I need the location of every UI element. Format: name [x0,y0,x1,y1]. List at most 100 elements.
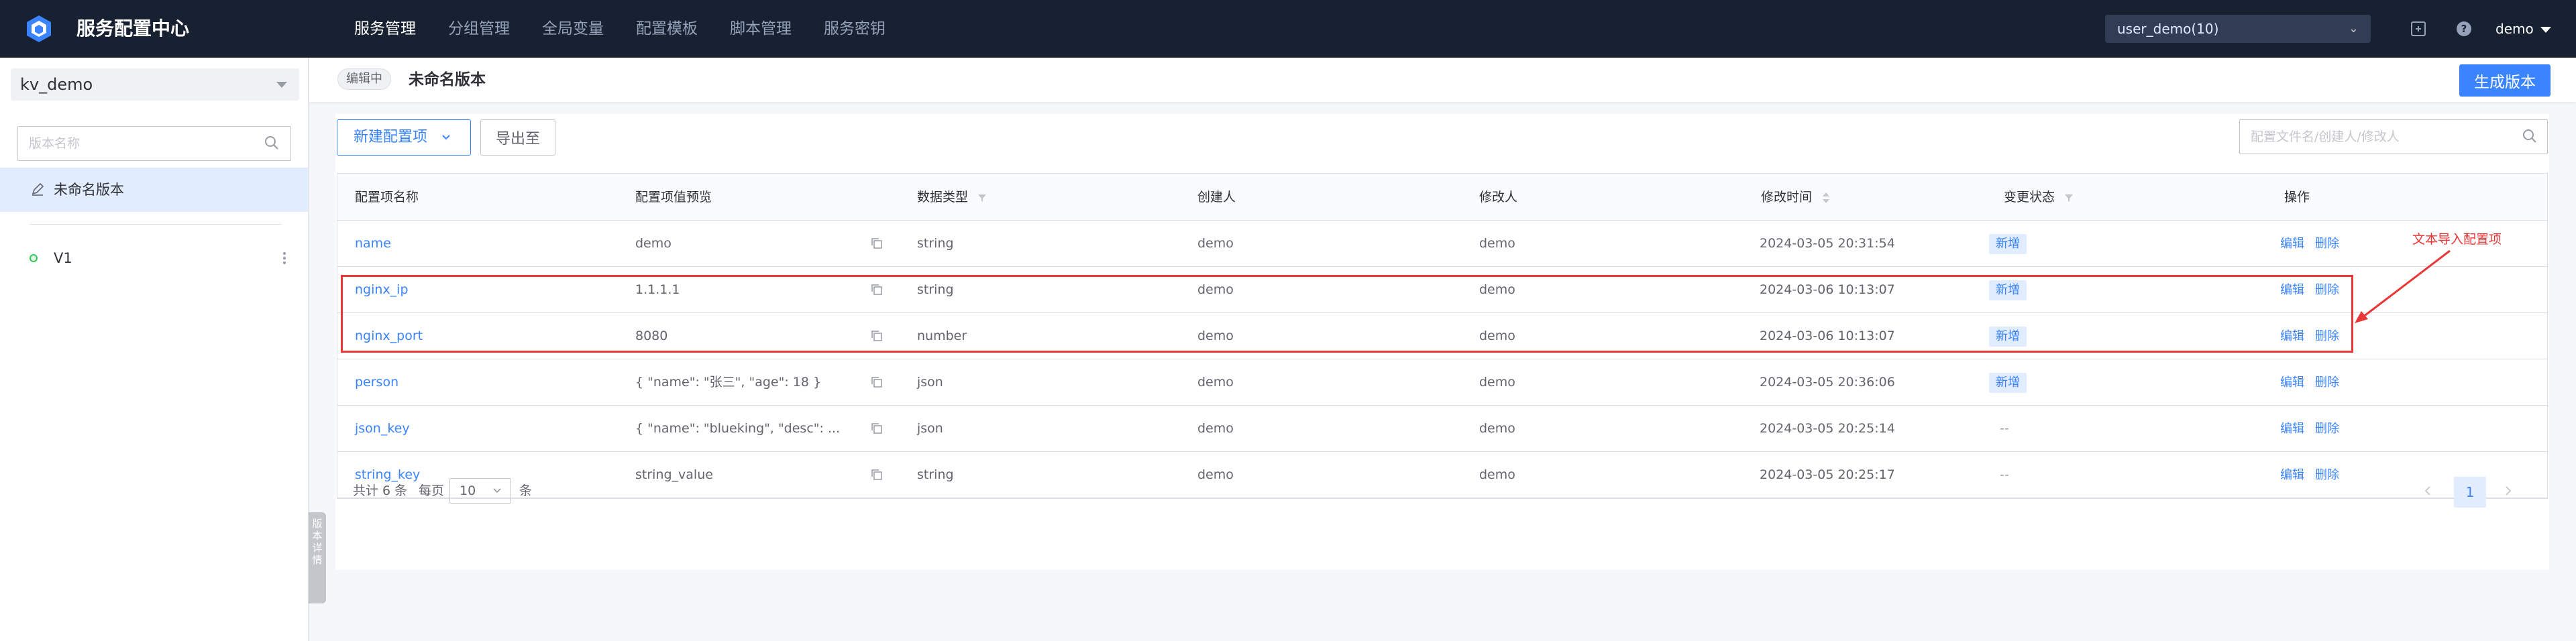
generate-version-button[interactable]: 生成版本 [2459,64,2551,97]
version-item-label: V1 [54,250,72,266]
copy-icon[interactable] [870,329,883,343]
config-item-type: string [917,236,954,251]
divider [30,224,282,225]
new-config-item-button[interactable]: 新建配置项 [337,119,471,156]
column-header-mtime-label: 修改时间 [1761,190,1813,205]
change-status-badge: 新增 [1989,373,2027,393]
nav-item-config-templates[interactable]: 配置模板 [636,0,698,58]
service-select-value: kv_demo [20,75,93,94]
config-item-modifier: demo [1479,236,1515,251]
config-item-name[interactable]: name [355,221,391,267]
config-table: 配置项名称 配置项值预览 数据类型 创建人 修改人 修改时间 变更状态 操作 n… [337,173,2548,499]
column-header-mtime[interactable]: 修改时间 [1761,174,1831,221]
nav-item-service-management[interactable]: 服务管理 [354,0,416,58]
search-icon[interactable] [2521,127,2538,145]
page-size-select[interactable]: 10 [449,478,511,504]
copy-icon[interactable] [870,422,883,435]
version-item-unnamed[interactable]: 未命名版本 [0,168,308,212]
caret-down-icon [2540,27,2551,33]
chevron-left-icon[interactable] [2418,481,2438,501]
chevron-down-icon [442,135,450,140]
page-title: 未命名版本 [409,71,486,89]
main-nav: 服务管理 分组管理 全局变量 配置模板 脚本管理 服务密钥 [354,0,918,58]
page-size-value: 10 [460,483,476,498]
edit-link[interactable]: 编辑 [2280,406,2304,452]
table-row: json_key { "name": "blueking", "desc": .… [337,406,2547,452]
table-row: name demo string demo demo 2024-03-05 20… [337,221,2547,267]
column-header-status-label: 变更状态 [2004,190,2055,205]
column-header-preview: 配置项值预览 [635,190,712,205]
status-badge: 编辑中 [337,68,391,90]
config-item-preview: { "name": "blueking", "desc": ... [635,421,841,436]
service-select[interactable]: kv_demo [11,68,299,101]
config-item-modifier: demo [1479,375,1515,390]
sort-icon[interactable] [1821,191,1831,205]
edit-link[interactable]: 编辑 [2280,267,2304,313]
filter-icon[interactable] [977,193,987,202]
change-status-badge: 新增 [1989,234,2027,254]
copy-icon[interactable] [870,375,883,389]
change-status-empty: -- [2000,421,2009,436]
logo-icon[interactable] [25,15,52,43]
config-item-mtime: 2024-03-05 20:31:54 [1760,236,1895,251]
config-item-mtime: 2024-03-05 20:25:14 [1760,421,1895,436]
version-header: 编辑中 未命名版本 生成版本 [309,58,2576,102]
page-number-current[interactable]: 1 [2454,477,2486,508]
nav-item-group-management[interactable]: 分组管理 [448,0,510,58]
copy-icon[interactable] [870,237,883,250]
config-item-creator: demo [1197,421,1234,436]
nav-item-global-variables[interactable]: 全局变量 [542,0,604,58]
delete-link[interactable]: 删除 [2315,221,2339,267]
edit-link[interactable]: 编辑 [2280,221,2304,267]
config-item-type: json [917,375,943,390]
chevron-down-icon [493,488,501,493]
new-config-item-label: 新建配置项 [354,129,428,145]
help-icon[interactable]: ? [2454,19,2474,39]
config-item-modifier: demo [1479,282,1515,297]
copy-icon[interactable] [870,283,883,296]
link-icon[interactable] [2408,19,2428,39]
search-icon[interactable] [263,134,280,152]
annotation-arrow-icon [2355,249,2451,323]
top-navigation-bar: 服务配置中心 服务管理 分组管理 全局变量 配置模板 脚本管理 服务密钥 use… [0,0,2576,58]
version-item-v1[interactable]: V1 [0,236,308,280]
export-button[interactable]: 导出至 [480,119,555,156]
column-header-status[interactable]: 变更状态 [2004,174,2074,221]
delete-link[interactable]: 删除 [2315,313,2339,359]
config-item-name[interactable]: person [355,359,398,406]
filter-icon[interactable] [2064,193,2074,202]
config-item-preview: { "name": "张三", "age": 18 } [635,375,822,390]
column-header-creator: 创建人 [1197,190,1236,205]
config-item-mtime: 2024-03-05 20:36:06 [1760,375,1895,390]
user-menu[interactable]: demo [2496,0,2551,58]
config-item-name[interactable]: nginx_ip [355,267,409,313]
config-item-name[interactable]: nginx_port [355,313,423,359]
config-item-mtime: 2024-03-06 10:13:07 [1760,282,1895,297]
more-icon[interactable] [282,251,287,266]
delete-link[interactable]: 删除 [2315,406,2339,452]
config-search-input[interactable] [2239,119,2548,154]
edit-link[interactable]: 编辑 [2280,359,2304,406]
business-select[interactable]: user_demo(10) ⌄ [2105,15,2371,43]
nav-item-service-keys[interactable]: 服务密钥 [824,0,885,58]
username: demo [2496,21,2534,37]
change-status-badge: 新增 [1989,280,2027,300]
config-item-name[interactable]: json_key [355,406,410,452]
version-details-toggle[interactable]: 版本详情 [309,512,326,603]
nav-item-script-management[interactable]: 脚本管理 [730,0,792,58]
config-item-modifier: demo [1479,421,1515,436]
config-item-type: number [917,329,967,343]
table-row: nginx_port 8080 number demo demo 2024-03… [337,313,2547,359]
delete-link[interactable]: 删除 [2315,267,2339,313]
table-row: nginx_ip 1.1.1.1 string demo demo 2024-0… [337,267,2547,313]
version-search-input[interactable] [17,126,291,161]
edit-icon [32,182,44,196]
edit-link[interactable]: 编辑 [2280,313,2304,359]
config-item-creator: demo [1197,282,1234,297]
delete-link[interactable]: 删除 [2315,359,2339,406]
config-panel: 新建配置项 导出至 配置项名称 配置项值预览 数据类型 创建人 修改人 修改时间… [335,114,2549,570]
caret-down-icon [276,82,287,88]
chevron-right-icon[interactable] [2498,481,2518,501]
config-item-modifier: demo [1479,329,1515,343]
column-header-type[interactable]: 数据类型 [917,174,987,221]
